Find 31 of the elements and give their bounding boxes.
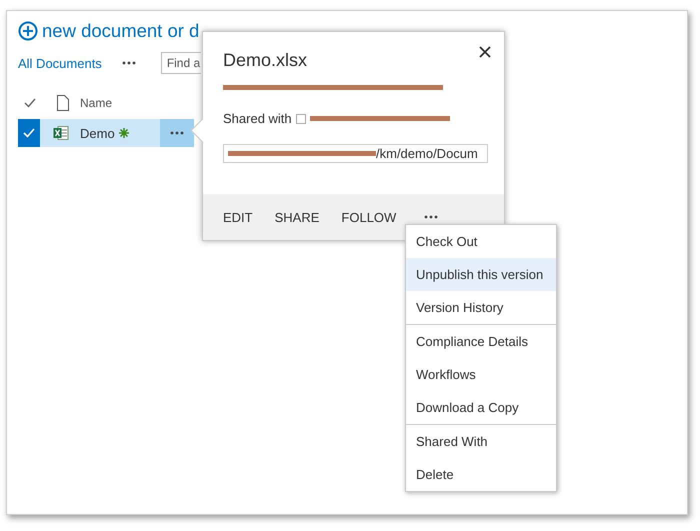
more-icon (170, 130, 184, 136)
menu-item[interactable]: Compliance Details (406, 325, 556, 358)
menu-item[interactable]: Check Out (406, 225, 556, 258)
file-link[interactable]: Demo (80, 126, 115, 140)
menu-item[interactable]: Workflows (406, 358, 556, 391)
check-icon (23, 128, 35, 138)
menu-item[interactable]: Delete (406, 458, 556, 491)
more-icon[interactable] (424, 214, 438, 220)
row-checkbox[interactable] (18, 119, 40, 147)
menu-item[interactable]: Download a Copy (406, 391, 556, 424)
menu-item[interactable]: Shared With (406, 425, 556, 458)
search-field[interactable]: Find a (160, 52, 201, 74)
more-icon[interactable] (122, 60, 136, 66)
shared-label: Shared with (223, 111, 292, 126)
document-icon (57, 95, 69, 111)
checkbox-icon (296, 114, 306, 124)
view-link[interactable]: All Documents (18, 56, 102, 70)
new-document-link[interactable]: new document or d (42, 20, 200, 42)
menu-item[interactable]: Unpublish this version (406, 258, 556, 291)
file-title: Demo.xlsx (223, 50, 308, 71)
spreadsheet-icon (53, 125, 69, 141)
action-link[interactable]: SHARE (274, 210, 320, 224)
action-link[interactable]: EDIT (223, 210, 253, 224)
check-icon (24, 98, 36, 108)
table-row[interactable]: Demo (18, 119, 194, 147)
close-icon[interactable] (479, 46, 491, 58)
menu-item[interactable]: Version History (406, 291, 556, 324)
link-field[interactable]: /km/demo/Docum (223, 144, 488, 163)
action-link[interactable]: FOLLOW (341, 210, 396, 224)
column-header[interactable]: Name (80, 96, 112, 110)
add-icon[interactable] (18, 21, 38, 41)
